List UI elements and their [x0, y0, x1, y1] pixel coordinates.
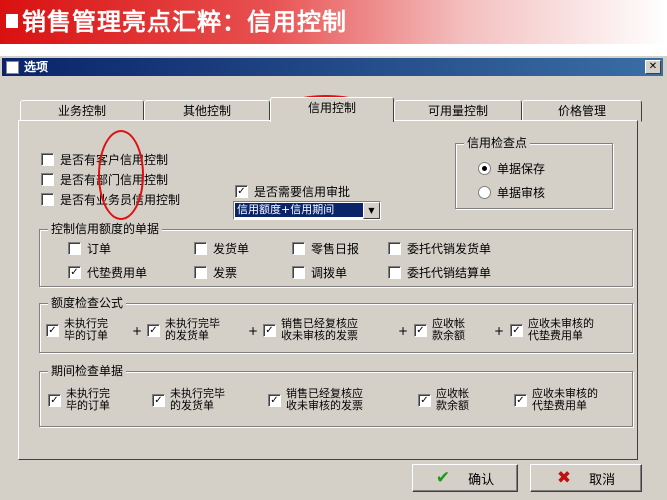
checkbox-box: ✓ [147, 323, 160, 337]
checkbox-box [41, 153, 54, 166]
period-unaudited-invoice-checkbox[interactable]: ✓ 销售已经复核应 收未审核的发票 [268, 388, 363, 412]
close-button[interactable]: ✕ [645, 60, 661, 74]
doc-retail-daily-checkbox[interactable]: 零售日报 [292, 240, 359, 257]
period-receivable-checkbox[interactable]: ✓ 应收帐 款余额 [418, 388, 469, 412]
annotation-circle-options [98, 130, 144, 220]
checkbox-box: ✓ [514, 393, 527, 407]
app-icon [6, 61, 19, 74]
plus-operator: + [398, 324, 409, 338]
tab-price-management[interactable]: 价格管理 [522, 100, 642, 122]
checkbox-box: ✓ [46, 323, 59, 337]
checkbox-box: ✓ [152, 393, 165, 407]
checkbox-box [388, 242, 401, 255]
checkbox-box: ✓ [268, 393, 281, 407]
tab-available-control[interactable]: 可用量控制 [394, 100, 522, 122]
ok-button[interactable]: ✔ 确认 [412, 464, 518, 492]
limit-formula-title: 额度检查公式 [48, 295, 127, 311]
radio-on-save[interactable]: 单据保存 [478, 160, 545, 177]
credit-mode-select[interactable]: 信用额度+信用期间 ▼ [233, 201, 381, 220]
tab-credit-control[interactable]: 信用控制 [270, 97, 394, 122]
plus-operator: + [494, 324, 505, 338]
formula-advance-fee-checkbox[interactable]: ✓ 应收未审核的 代垫费用单 [510, 318, 594, 342]
checkbox-box: ✓ [414, 323, 427, 337]
dialog-titlebar: 选项 ✕ [2, 58, 663, 76]
doc-invoice-checkbox[interactable]: 发票 [194, 264, 237, 281]
checkbox-box [292, 266, 305, 279]
checkbox-box [194, 266, 207, 279]
period-documents-group: 期间检查单据 ✓ 未执行完 毕的订单 ✓ 未执行完毕 的发货单 ✓ 销售已经复核应 收未审核… [39, 363, 633, 427]
check-point-group: 信用检查点 单据保存 单据审核 [455, 135, 613, 209]
checkbox-box [194, 242, 207, 255]
period-documents-title: 期间检查单据 [48, 363, 127, 379]
checkbox-box: ✓ [48, 393, 61, 407]
credit-documents-group: 控制信用额度的单据 订单 发货单 零售日报 委托代销发货单 ✓ 代垫费用单 发票 … [39, 221, 633, 287]
period-pending-order-checkbox[interactable]: ✓ 未执行完 毕的订单 [48, 388, 110, 412]
doc-consign-delivery-checkbox[interactable]: 委托代销发货单 [388, 240, 491, 257]
checkbox-box: ✓ [263, 323, 276, 337]
formula-pending-order-checkbox[interactable]: ✓ 未执行完 毕的订单 [46, 318, 108, 342]
x-icon: ✖ [556, 468, 572, 488]
checkbox-box: ✓ [68, 266, 81, 279]
checkbox-box [292, 242, 305, 255]
credit-approval-checkbox[interactable]: ✓ 是否需要信用审批 [235, 183, 350, 200]
checkbox-box: ✓ [418, 393, 431, 407]
doc-transfer-checkbox[interactable]: 调拨单 [292, 264, 347, 281]
dialog-title: 选项 [24, 60, 49, 74]
checkbox-box [388, 266, 401, 279]
checkmark-icon: ✔ [435, 468, 451, 488]
limit-formula-group: 额度检查公式 ✓ 未执行完 毕的订单 + ✓ 未执行完毕 的发货单 + ✓ 销售已经复核应… [39, 295, 633, 353]
period-pending-delivery-checkbox[interactable]: ✓ 未执行完毕 的发货单 [152, 388, 225, 412]
formula-pending-delivery-checkbox[interactable]: ✓ 未执行完毕 的发货单 [147, 318, 220, 342]
slide-title-bar: 销售管理亮点汇粹：信用控制 [0, 0, 667, 44]
doc-consign-settle-checkbox[interactable]: 委托代销结算单 [388, 264, 491, 281]
credit-documents-title: 控制信用额度的单据 [48, 221, 163, 237]
checkbox-box [41, 173, 54, 186]
title-bullet [6, 14, 18, 28]
doc-delivery-checkbox[interactable]: 发货单 [194, 240, 249, 257]
doc-advance-fee-checkbox[interactable]: ✓ 代垫费用单 [68, 264, 147, 281]
radio-circle [478, 186, 491, 199]
plus-operator: + [248, 324, 259, 338]
plus-operator: + [132, 324, 143, 338]
formula-receivable-checkbox[interactable]: ✓ 应收帐 款余额 [414, 318, 465, 342]
tab-business-control[interactable]: 业务控制 [20, 100, 144, 122]
formula-unaudited-invoice-checkbox[interactable]: ✓ 销售已经复核应 收未审核的发票 [263, 318, 358, 342]
checkbox-box [41, 193, 54, 206]
tab-other-control[interactable]: 其他控制 [144, 100, 270, 122]
period-advance-fee-checkbox[interactable]: ✓ 应收未审核的 代垫费用单 [514, 388, 598, 412]
slide-title: 销售管理亮点汇粹：信用控制 [22, 8, 347, 36]
dropdown-arrow-icon[interactable]: ▼ [363, 202, 380, 219]
cancel-button[interactable]: ✖ 取消 [530, 464, 642, 492]
radio-circle [478, 162, 491, 175]
doc-order-checkbox[interactable]: 订单 [68, 240, 111, 257]
checkbox-box [68, 242, 81, 255]
check-point-title: 信用检查点 [464, 135, 531, 151]
checkbox-box: ✓ [510, 323, 523, 337]
radio-on-audit[interactable]: 单据审核 [478, 184, 545, 201]
checkbox-box: ✓ [235, 185, 248, 198]
options-dialog: 选项 ✕ 业务控制 其他控制 信用控制 可用量控制 价格管理 是否有客户信用控制… [0, 56, 667, 500]
